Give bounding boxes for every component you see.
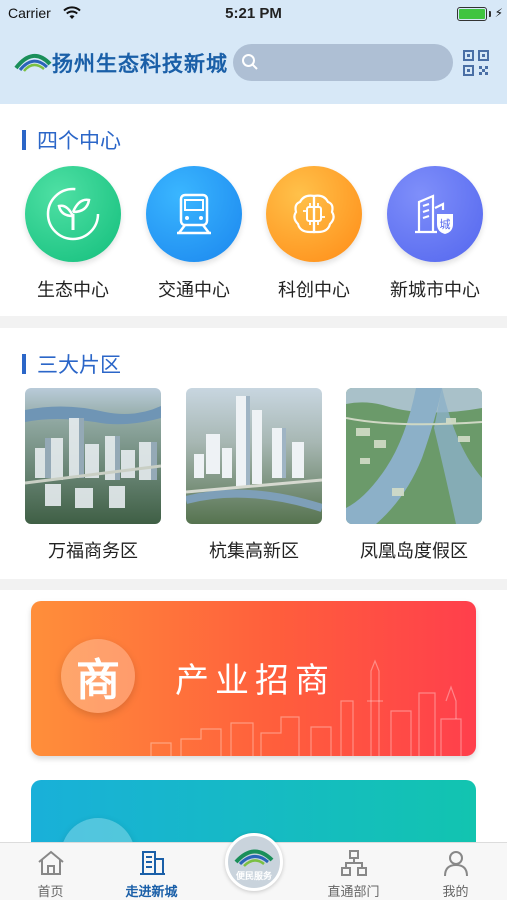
title-accent-bar: [22, 354, 26, 374]
four-centers-title: 四个中心: [37, 129, 121, 153]
brain-chip-icon: [266, 166, 362, 262]
tab-convenience-service[interactable]: 便民服务: [225, 833, 283, 891]
center-label-innovation: 科创中心: [278, 280, 350, 301]
tab-direct-departments[interactable]: 直通部门: [303, 843, 404, 900]
logo-icon: [14, 50, 52, 76]
tab-label-home: 首页: [37, 885, 64, 900]
tab-label-enter-new-city: 走进新城: [125, 885, 178, 900]
tab-label-convenience-service: 便民服务: [235, 872, 272, 882]
app-logo-text: 扬州生态科技新城: [52, 52, 228, 76]
district-item-hangji[interactable]: 杭集高新区: [186, 388, 322, 563]
battery-icon: [457, 7, 487, 21]
search-input[interactable]: [233, 44, 453, 81]
battery-tip: [489, 11, 491, 17]
four-centers-section: 四个中心 生态中心 交通中心 科创中心 城 新城市中心: [0, 104, 507, 316]
secondary-banner-badge: [61, 818, 135, 842]
city-building-icon: 城: [387, 166, 483, 262]
train-icon: [146, 166, 242, 262]
center-label-transport: 交通中心: [158, 280, 230, 301]
center-item-transport[interactable]: 交通中心: [139, 166, 249, 302]
title-accent-bar: [22, 130, 26, 150]
tab-label-direct-departments: 直通部门: [327, 885, 380, 900]
building-icon: [137, 849, 167, 877]
aerial-island-resort-image: [346, 388, 482, 524]
industry-investment-banner[interactable]: 商 产业招商: [31, 601, 476, 756]
aerial-tech-district-image: [186, 388, 322, 524]
aerial-business-district-image: [25, 388, 161, 524]
org-chart-icon: [339, 849, 369, 877]
district-label-hangji: 杭集高新区: [209, 541, 299, 562]
center-item-innovation[interactable]: 科创中心: [259, 166, 369, 302]
user-icon: [441, 849, 471, 877]
charging-icon: ⚡: [494, 6, 503, 20]
search-icon: [241, 53, 259, 75]
leaf-icon: [25, 166, 121, 262]
center-label-ecology: 生态中心: [37, 280, 109, 301]
district-label-wanfu: 万福商务区: [48, 541, 138, 562]
skyline-decoration: [150, 659, 462, 756]
clock: 5:21 PM: [225, 5, 282, 22]
tab-enter-new-city[interactable]: 走进新城: [101, 843, 202, 900]
district-item-wanfu[interactable]: 万福商务区: [25, 388, 161, 563]
section-title: 三大片区: [22, 350, 121, 378]
three-districts-section: 三大片区 万福商务区 杭集高新区 凤凰岛度假区: [0, 328, 507, 579]
banners-section: 商 产业招商: [0, 590, 507, 842]
section-title: 四个中心: [22, 126, 121, 154]
tab-home[interactable]: 首页: [0, 843, 101, 900]
home-icon: [36, 849, 66, 877]
tab-label-mine: 我的: [442, 885, 469, 900]
status-bar: Carrier 5:21 PM ⚡: [0, 0, 507, 28]
district-label-fenghuang: 凤凰岛度假区: [360, 541, 468, 562]
center-item-ecology[interactable]: 生态中心: [18, 166, 128, 302]
svg-text:城: 城: [440, 218, 451, 231]
bottom-tab-bar: 首页 走进新城 便民服务 直通部门 我的: [0, 833, 507, 900]
qr-code-icon[interactable]: [463, 50, 489, 80]
center-label-new-city: 新城市中心: [390, 280, 480, 301]
three-districts-title: 三大片区: [37, 353, 121, 377]
district-item-fenghuang[interactable]: 凤凰岛度假区: [346, 388, 482, 563]
app-header: 扬州生态科技新城: [0, 28, 507, 104]
tab-mine[interactable]: 我的: [405, 843, 506, 900]
center-item-new-city[interactable]: 城 新城市中心: [380, 166, 490, 302]
